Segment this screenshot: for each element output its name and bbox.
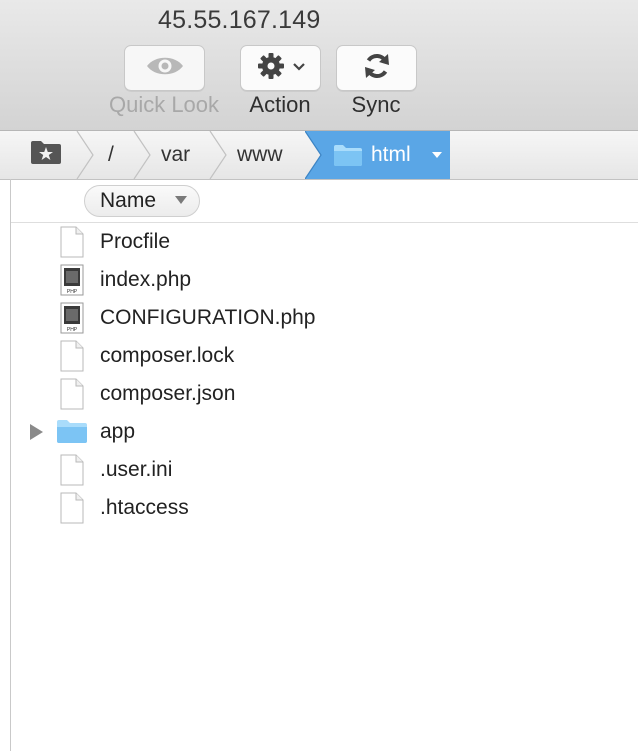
list-item[interactable]: PHP CONFIGURATION.php	[11, 299, 638, 337]
file-name: app	[100, 420, 136, 443]
svg-text:PHP: PHP	[67, 327, 78, 333]
php-file-icon: PHP	[57, 302, 87, 334]
path-segment-var[interactable]: var	[161, 131, 190, 179]
file-name: Procfile	[100, 230, 171, 253]
disclosure-triangle-icon[interactable]	[30, 424, 43, 440]
folder-icon	[333, 144, 363, 172]
action-label: Action	[249, 92, 311, 117]
document-icon	[57, 492, 87, 524]
folder-icon	[56, 419, 87, 451]
list-item[interactable]: .user.ini	[11, 451, 638, 489]
sync-label: Sync	[351, 92, 401, 117]
chevron-down-icon	[292, 59, 306, 77]
column-header: Name	[11, 180, 638, 223]
list-item[interactable]: composer.lock	[11, 337, 638, 375]
window-title: 45.55.167.149	[158, 6, 321, 34]
path-current-label: html	[371, 143, 411, 166]
name-column-header[interactable]: Name	[84, 185, 200, 217]
action-button[interactable]	[240, 45, 321, 91]
toolbar: 45.55.167.149 Quick Look Action Sync	[0, 0, 638, 131]
path-segment-www[interactable]: www	[237, 131, 283, 179]
list-item[interactable]: composer.json	[11, 375, 638, 413]
favorites-folder-icon	[30, 139, 62, 171]
file-name: .htaccess	[100, 496, 189, 519]
quick-look-button[interactable]	[124, 45, 205, 91]
file-name: .user.ini	[100, 458, 173, 481]
path-root[interactable]	[30, 131, 62, 179]
quick-look-label: Quick Look	[108, 92, 220, 117]
document-icon	[57, 378, 87, 410]
sort-arrow-icon	[175, 196, 187, 204]
file-name: composer.json	[100, 382, 236, 405]
path-bar: / var www html	[0, 131, 638, 180]
list-item[interactable]: Procfile	[11, 223, 638, 261]
path-segment-current[interactable]: html	[305, 131, 450, 179]
file-name: composer.lock	[100, 344, 235, 367]
eye-icon	[145, 54, 185, 83]
php-file-icon: PHP	[57, 264, 87, 296]
file-name: index.php	[100, 268, 192, 291]
path-segment-root[interactable]: /	[108, 131, 114, 179]
document-icon	[57, 454, 87, 486]
list-item[interactable]: PHP index.php	[11, 261, 638, 299]
file-name: CONFIGURATION.php	[100, 306, 316, 329]
chevron-down-icon	[432, 152, 442, 158]
gear-icon	[256, 51, 286, 86]
sync-icon	[362, 51, 392, 86]
svg-text:PHP: PHP	[67, 289, 78, 295]
name-column-label: Name	[100, 189, 157, 212]
sync-button[interactable]	[336, 45, 417, 91]
document-icon	[57, 226, 87, 258]
document-icon	[57, 340, 87, 372]
list-item[interactable]: .htaccess	[11, 489, 638, 527]
list-item[interactable]: app	[11, 413, 638, 451]
